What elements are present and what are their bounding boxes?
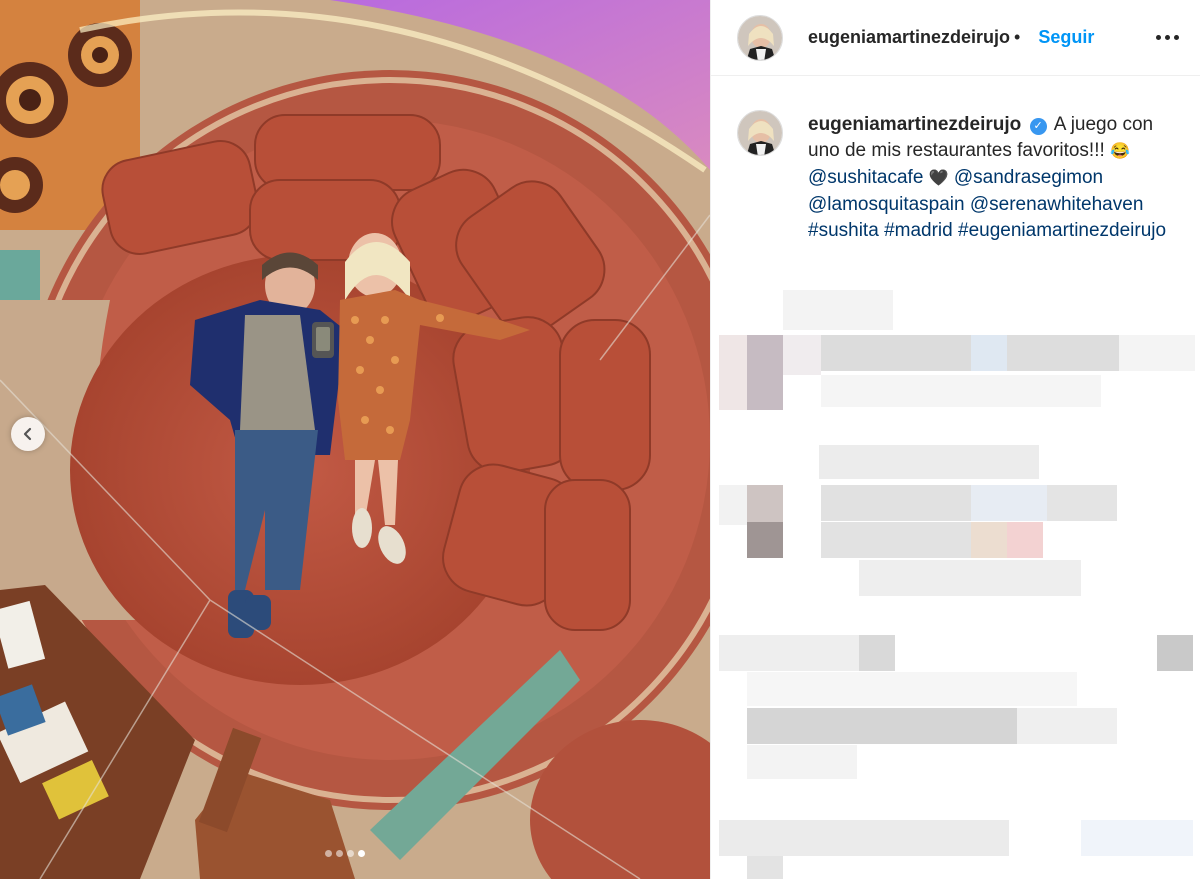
photo-illustration (0, 0, 710, 879)
carousel-dot (347, 850, 354, 857)
post-panel: eugeniamartinezdeirujo • Seguir eugeniam… (710, 0, 1200, 879)
hashtag-link[interactable]: #madrid (884, 220, 953, 241)
laughing-emoji-icon: 😂 (1110, 143, 1130, 160)
mention-link[interactable]: @sushitacafe (808, 167, 923, 188)
verified-badge-icon: ✓ (1029, 118, 1047, 135)
avatar-image (738, 111, 782, 155)
hashtag-link[interactable]: #sushita (808, 220, 879, 241)
hashtag-link[interactable]: #eugeniamartinezdeirujo (958, 220, 1166, 241)
avatar-image (738, 15, 782, 60)
caption-text: eugeniamartinezdeirujo ✓ A juego con uno… (808, 112, 1178, 244)
post-header: eugeniamartinezdeirujo • Seguir (711, 0, 1200, 76)
separator: • (1014, 27, 1021, 47)
carousel-indicator (325, 850, 365, 857)
black-heart-emoji-icon: 🖤 (928, 170, 949, 187)
username[interactable]: eugeniamartinezdeirujo (808, 27, 1010, 48)
mention-link[interactable]: @sandrasegimon (954, 167, 1103, 188)
carousel-dot-active (358, 850, 365, 857)
mention-link[interactable]: @lamosquitaspain (808, 194, 965, 215)
avatar[interactable] (737, 14, 783, 61)
follow-button[interactable]: Seguir (1038, 27, 1094, 48)
pixelated-comments (711, 290, 1200, 879)
caption-username[interactable]: eugeniamartinezdeirujo (808, 114, 1021, 135)
more-options-icon[interactable] (1150, 29, 1185, 46)
post-photo[interactable] (0, 0, 710, 879)
carousel-prev-button[interactable] (11, 417, 45, 451)
carousel-dot (325, 850, 332, 857)
caption-avatar[interactable] (737, 110, 783, 156)
chevron-left-icon (23, 427, 32, 441)
mention-link[interactable]: @serenawhitehaven (970, 194, 1144, 215)
carousel-dot (336, 850, 343, 857)
caption: eugeniamartinezdeirujo ✓ A juego con uno… (711, 76, 1200, 244)
